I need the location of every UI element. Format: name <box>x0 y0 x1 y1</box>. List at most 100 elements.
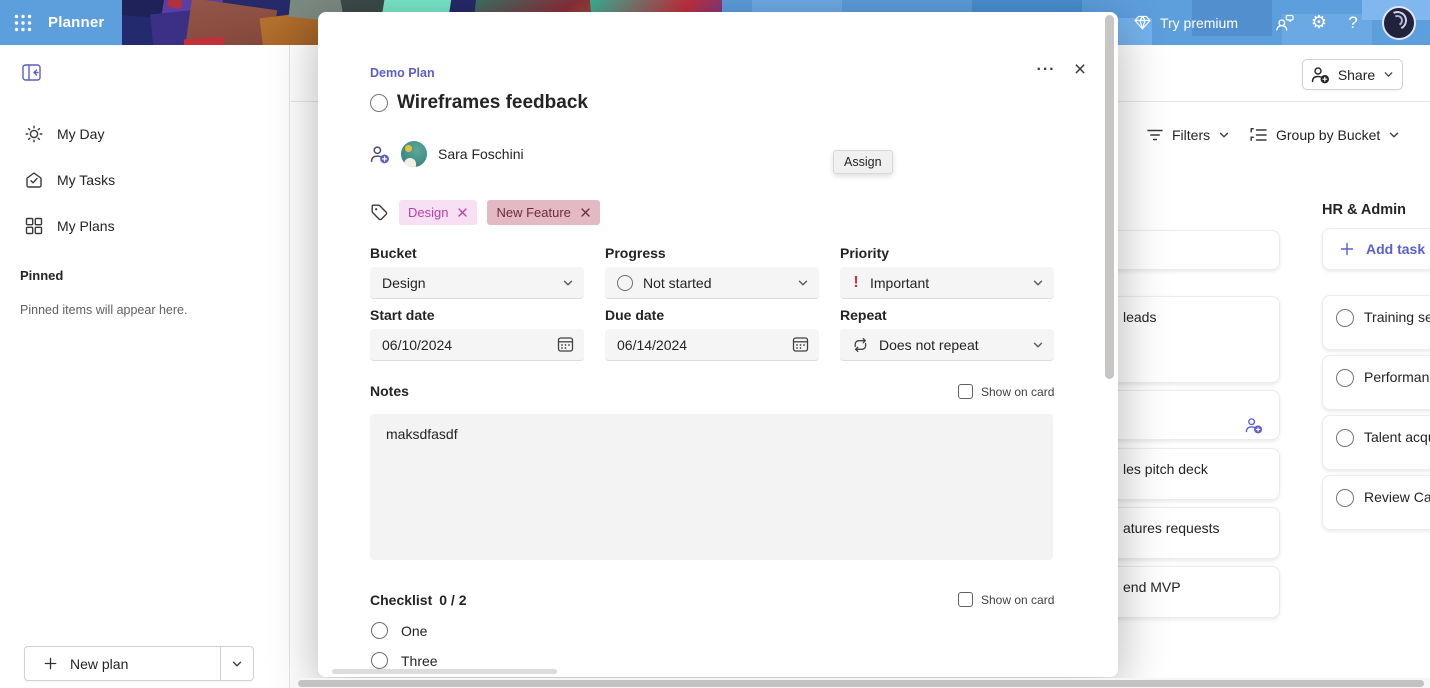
premium-diamond-icon <box>1134 15 1151 30</box>
task-card-title: leads <box>1123 309 1156 325</box>
bucket-dropdown[interactable]: Design <box>370 267 584 299</box>
due-date-label: Due date <box>605 307 819 323</box>
show-on-card-label: Show on card <box>981 593 1054 607</box>
chevron-down-icon <box>1032 339 1044 351</box>
notes-label: Notes <box>370 383 409 399</box>
complete-task-circle[interactable] <box>1336 309 1354 327</box>
assignee-row: Sara Foschini <box>370 141 524 167</box>
bucket-column-hr-admin: HR & Admin Add task Training ses Perform… <box>1322 102 1430 662</box>
checklist-label: Checklist <box>370 592 432 608</box>
complete-task-circle[interactable] <box>370 94 388 112</box>
share-button[interactable]: Share <box>1302 59 1403 90</box>
complete-task-circle[interactable] <box>1336 369 1354 387</box>
waffle-menu-icon[interactable] <box>13 13 33 33</box>
close-icon[interactable]: × <box>1066 56 1094 84</box>
checklist-item-label: One <box>401 623 427 639</box>
pinned-empty-text: Pinned items will appear here. <box>20 303 187 317</box>
new-plan-label: New plan <box>70 656 128 672</box>
repeat-dropdown[interactable]: Does not repeat <box>840 329 1054 361</box>
person-add-icon[interactable] <box>1245 417 1263 434</box>
start-date-label: Start date <box>370 307 584 323</box>
sidebar-item-my-tasks[interactable]: My Tasks <box>0 160 289 200</box>
task-title[interactable]: Wireframes feedback <box>397 92 588 114</box>
label-chip-new-feature[interactable]: New Feature <box>487 200 599 225</box>
assignee-name[interactable]: Sara Foschini <box>438 146 524 162</box>
checklist-item[interactable]: One <box>371 622 427 639</box>
assignee-avatar[interactable] <box>401 141 427 167</box>
task-card-title: atures requests <box>1123 520 1220 536</box>
complete-task-circle[interactable] <box>1336 489 1354 507</box>
task-detail-dialog: ··· × Demo Plan Wireframes feedback Sara… <box>318 12 1118 677</box>
chevron-down-icon <box>1032 277 1044 289</box>
bucket-title: HR & Admin <box>1322 202 1406 218</box>
task-card[interactable]: Talent acqu <box>1322 415 1430 470</box>
plan-breadcrumb-link[interactable]: Demo Plan <box>370 66 435 80</box>
feedback-icon[interactable] <box>1268 6 1302 40</box>
task-card[interactable]: Performanc <box>1322 355 1430 410</box>
priority-dropdown[interactable]: ! Important <box>840 267 1054 299</box>
chevron-down-icon <box>562 277 574 289</box>
assign-person-add-icon[interactable] <box>370 145 390 164</box>
left-sidebar: My Day My Tasks My Plans Pinn <box>0 45 290 688</box>
chevron-down-icon <box>1383 69 1394 80</box>
sidebar-item-my-day[interactable]: My Day <box>0 114 289 154</box>
bucket-value: Design <box>382 275 426 291</box>
calendar-icon[interactable] <box>557 336 574 353</box>
page-horizontal-scrollbar[interactable] <box>298 680 1424 687</box>
avatar-detail <box>404 158 416 167</box>
share-label: Share <box>1338 67 1375 83</box>
show-on-card-label: Show on card <box>981 385 1054 399</box>
tag-icon[interactable] <box>370 203 389 222</box>
remove-label-icon[interactable] <box>580 207 591 218</box>
try-premium-button[interactable]: Try premium <box>1134 15 1238 31</box>
checkbox-icon[interactable] <box>958 384 973 399</box>
task-card[interactable]: Training ses <box>1322 295 1430 350</box>
dialog-vertical-scrollbar[interactable] <box>1105 15 1114 379</box>
settings-gear-icon[interactable]: ⚙ <box>1302 6 1336 40</box>
label-chip-design[interactable]: Design <box>399 200 477 225</box>
checklist-show-on-card[interactable]: Show on card <box>958 592 1054 607</box>
priority-label: Priority <box>840 245 1054 261</box>
check-item-circle[interactable] <box>371 652 388 669</box>
task-title-row: Wireframes feedback <box>370 92 588 114</box>
task-house-icon <box>24 170 44 190</box>
progress-dropdown[interactable]: Not started <box>605 267 819 299</box>
sidebar-item-label: My Day <box>57 126 104 142</box>
new-plan-split-button: New plan <box>24 646 254 681</box>
remove-label-icon[interactable] <box>457 207 468 218</box>
notes-textarea[interactable]: maksdfasdf <box>370 414 1053 560</box>
new-plan-dropdown-button[interactable] <box>220 647 253 680</box>
checklist-item-label: Three <box>401 653 438 669</box>
notes-show-on-card[interactable]: Show on card <box>958 384 1054 399</box>
plus-icon <box>43 656 58 671</box>
account-avatar[interactable] <box>1382 6 1416 40</box>
task-card-title: Review Can <box>1364 489 1430 505</box>
app-title[interactable]: Planner <box>48 14 104 31</box>
sidebar-item-label: My Plans <box>57 218 115 234</box>
more-options-icon[interactable]: ··· <box>1032 56 1060 84</box>
label-text: New Feature <box>496 205 570 220</box>
help-icon[interactable]: ? <box>1336 6 1370 40</box>
pinned-heading: Pinned <box>20 268 63 283</box>
due-date-field[interactable]: 06/14/2024 <box>605 329 819 361</box>
task-card-title: Training ses <box>1364 309 1430 325</box>
labels-row: Design New Feature <box>370 200 600 225</box>
complete-task-circle[interactable] <box>1336 429 1354 447</box>
calendar-icon[interactable] <box>792 336 809 353</box>
sidebar-item-my-plans[interactable]: My Plans <box>0 206 289 246</box>
task-card[interactable]: Review Can <box>1322 475 1430 530</box>
checkbox-icon[interactable] <box>958 592 973 607</box>
task-card-title: les pitch deck <box>1123 461 1208 477</box>
collapse-sidebar-icon[interactable] <box>22 64 44 84</box>
check-item-circle[interactable] <box>371 622 388 639</box>
start-date-field[interactable]: 06/10/2024 <box>370 329 584 361</box>
assign-tooltip: Assign <box>833 150 893 174</box>
checklist-progress: 0 / 2 <box>439 592 466 608</box>
new-plan-button[interactable]: New plan <box>25 647 220 680</box>
grid-icon <box>24 216 44 236</box>
add-task-button[interactable]: Add task <box>1322 228 1430 270</box>
task-card-title: end MVP <box>1123 579 1181 595</box>
checklist-item[interactable]: Three <box>371 652 438 669</box>
sun-icon <box>24 124 44 144</box>
dialog-horizontal-scrollbar[interactable] <box>332 669 557 674</box>
